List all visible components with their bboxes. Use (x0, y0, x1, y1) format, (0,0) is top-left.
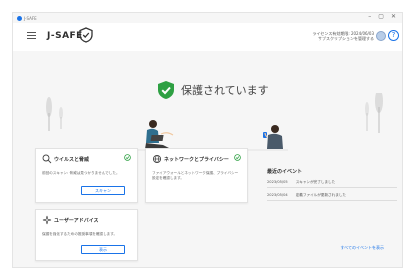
shield-logo-icon (79, 27, 93, 43)
ok-status-icon (124, 154, 131, 161)
event-date: 2023/05/05 (267, 180, 288, 184)
event-date: 2023/05/04 (267, 193, 288, 197)
account-avatar[interactable] (376, 31, 386, 41)
manage-subscription-link[interactable]: サブスクリプションを管理する (284, 36, 374, 41)
firewall-card-title: ネットワークとプライバシー (164, 157, 229, 163)
user-card-title: ユーザーアドバイス (54, 218, 99, 224)
maximize-button[interactable]: ▢ (378, 13, 384, 20)
person-right-illustration (263, 125, 283, 149)
event-row[interactable]: 2023/05/04 定義ファイルが更新されました (267, 188, 397, 201)
event-text: スキャンが完了しました (295, 180, 336, 184)
scan-button[interactable]: スキャン (81, 186, 125, 195)
virus-card-title: ウイルスと脅威 (54, 157, 90, 163)
minimize-button[interactable]: – (368, 13, 371, 20)
shield-check-icon (158, 81, 174, 99)
tree-right-illustration (365, 93, 383, 133)
advice-sparkle-icon (42, 215, 52, 225)
user-advice-card[interactable]: ユーザーアドバイス 保護を強化するための推奨事項を確認します。 表示 (35, 209, 138, 261)
tree-left-illustration (46, 97, 63, 131)
view-all-events-link[interactable]: すべてのイベントを表示 (340, 245, 384, 251)
protection-status: 保護されています (157, 80, 269, 100)
window-controls: – ▢ ✕ (368, 13, 396, 20)
app-icon (17, 16, 22, 21)
event-row[interactable]: 2023/05/05 スキャンが完了しました (267, 175, 397, 188)
firewall-card-desc: ファイアウォールとネットワーク保護、プライバシー設定を確認します。 (152, 171, 239, 180)
magnifier-shield-icon (42, 154, 52, 164)
menu-icon[interactable] (27, 32, 36, 39)
window-title: J-SAFE (24, 16, 37, 21)
virus-card-desc: 前回のスキャン: 脅威は見つかりませんでした。 (42, 171, 120, 175)
app-window: J-SAFE – ▢ ✕ J-SAFE ライセンス有効期限: 2024/06/0… (12, 12, 403, 268)
person-left-illustration (145, 120, 174, 149)
user-card-desc: 保護を強化するための推奨事項を確認します。 (42, 232, 118, 236)
recent-events-title: 最近のイベント (267, 169, 303, 175)
ok-status-icon (234, 154, 241, 161)
license-note: ライセンス有効期限: 2024/06/03 サブスクリプションを管理する (284, 31, 374, 41)
status-text: 保護されています (181, 84, 269, 97)
help-icon[interactable]: ? (388, 30, 399, 41)
network-shield-icon (152, 154, 162, 164)
app-header: J-SAFE ライセンス有効期限: 2024/06/03 サブスクリプションを管… (13, 23, 402, 51)
firewall-privacy-card[interactable]: ネットワークとプライバシー ファイアウォールとネットワーク保護、プライバシー設定… (145, 148, 248, 203)
event-text: 定義ファイルが更新されました (295, 193, 347, 197)
brand-name: J-SAFE (47, 31, 83, 41)
view-advice-button[interactable]: 表示 (81, 245, 125, 254)
close-button[interactable]: ✕ (391, 13, 396, 20)
virus-threat-card[interactable]: ウイルスと脅威 前回のスキャン: 脅威は見つかりませんでした。 スキャン (35, 148, 138, 203)
recent-events: 最近のイベント 2023/05/05 スキャンが完了しました 2023/05/0… (267, 168, 397, 201)
title-bar: J-SAFE – ▢ ✕ (13, 13, 402, 23)
